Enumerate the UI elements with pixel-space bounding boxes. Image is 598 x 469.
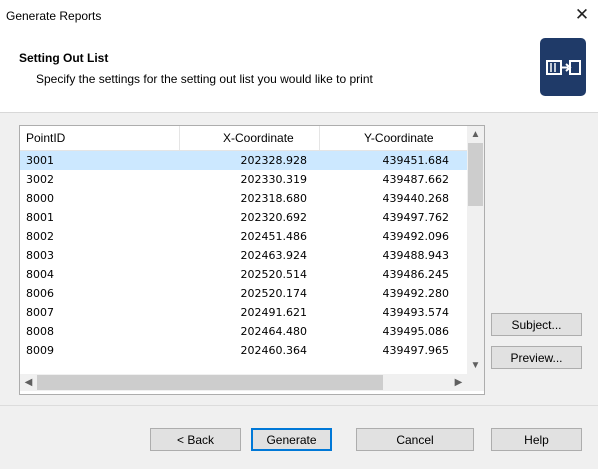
column-header-y[interactable]: Y-Coordinate <box>364 126 434 150</box>
scroll-down-icon[interactable]: ▼ <box>467 357 484 374</box>
subject-button[interactable]: Subject... <box>491 313 582 336</box>
horizontal-scrollbar[interactable]: ◀ ▶ <box>20 374 467 391</box>
cell-pointid: 8009 <box>26 344 54 357</box>
cell-pointid: 8003 <box>26 249 54 262</box>
cell-pointid: 3001 <box>26 154 54 167</box>
cell-pointid: 3002 <box>26 173 54 186</box>
scroll-left-icon[interactable]: ◀ <box>20 374 37 391</box>
back-button[interactable]: < Back <box>150 428 241 451</box>
cell-y-coordinate: 439497.762 <box>382 211 449 224</box>
table-row[interactable]: 8008 202464.480 439495.086 <box>20 322 467 341</box>
scroll-corner <box>467 374 484 391</box>
page-title: Setting Out List <box>19 51 109 65</box>
cell-pointid: 8001 <box>26 211 54 224</box>
table-row[interactable]: 8009 202460.364 439497.965 <box>20 341 467 360</box>
column-header-pointid[interactable]: PointID <box>26 126 65 150</box>
cell-x-coordinate: 202464.480 <box>240 325 307 338</box>
window-title: Generate Reports <box>6 9 102 23</box>
scroll-right-icon[interactable]: ▶ <box>450 374 467 391</box>
table-row[interactable]: 3001 202328.928 439451.684 <box>20 151 467 170</box>
title-bar: Generate Reports ✕ <box>0 0 598 32</box>
cell-x-coordinate: 202318.680 <box>240 192 307 205</box>
cell-pointid: 8004 <box>26 268 54 281</box>
cell-y-coordinate: 439497.965 <box>382 344 449 357</box>
cell-x-coordinate: 202328.928 <box>240 154 307 167</box>
table-row[interactable]: 8007 202491.621 439493.574 <box>20 303 467 322</box>
column-divider[interactable] <box>179 126 180 150</box>
cell-pointid: 8000 <box>26 192 54 205</box>
table-row[interactable]: 8004 202520.514 439486.245 <box>20 265 467 284</box>
cell-x-coordinate: 202520.174 <box>240 287 307 300</box>
cell-x-coordinate: 202491.621 <box>240 306 307 319</box>
cell-x-coordinate: 202460.364 <box>240 344 307 357</box>
table-row[interactable]: 3002 202330.319 439487.662 <box>20 170 467 189</box>
cell-y-coordinate: 439488.943 <box>382 249 449 262</box>
cell-y-coordinate: 439451.684 <box>382 154 449 167</box>
cell-y-coordinate: 439487.662 <box>382 173 449 186</box>
cell-y-coordinate: 439486.245 <box>382 268 449 281</box>
column-header-x[interactable]: X-Coordinate <box>223 126 294 150</box>
cell-x-coordinate: 202463.924 <box>240 249 307 262</box>
table-row[interactable]: 8003 202463.924 439488.943 <box>20 246 467 265</box>
cancel-button[interactable]: Cancel <box>356 428 474 451</box>
vertical-scrollbar[interactable]: ▲ ▼ <box>467 126 484 374</box>
wizard-report-icon <box>540 38 586 96</box>
cell-pointid: 8006 <box>26 287 54 300</box>
list-header: PointID X-Coordinate Y-Coordinate <box>20 126 467 151</box>
table-row[interactable]: 8002 202451.486 439492.096 <box>20 227 467 246</box>
cell-x-coordinate: 202520.514 <box>240 268 307 281</box>
table-row[interactable]: 8001 202320.692 439497.762 <box>20 208 467 227</box>
cell-x-coordinate: 202320.692 <box>240 211 307 224</box>
page-subtitle: Specify the settings for the setting out… <box>36 72 373 86</box>
preview-button[interactable]: Preview... <box>491 346 582 369</box>
wizard-header: Setting Out List Specify the settings fo… <box>0 32 598 112</box>
column-divider[interactable] <box>319 126 320 150</box>
cell-y-coordinate: 439440.268 <box>382 192 449 205</box>
cell-y-coordinate: 439493.574 <box>382 306 449 319</box>
point-list[interactable]: PointID X-Coordinate Y-Coordinate 3001 20… <box>19 125 485 395</box>
list-rows: 3001 202328.928 439451.684 3002 202330.319 43… <box>20 151 467 375</box>
cell-pointid: 8002 <box>26 230 54 243</box>
cell-x-coordinate: 202451.486 <box>240 230 307 243</box>
help-button[interactable]: Help <box>491 428 582 451</box>
close-icon[interactable]: ✕ <box>566 0 598 32</box>
cell-x-coordinate: 202330.319 <box>240 173 307 186</box>
vertical-scroll-thumb[interactable] <box>468 143 483 206</box>
generate-button[interactable]: Generate <box>251 428 332 451</box>
cell-y-coordinate: 439492.280 <box>382 287 449 300</box>
cell-y-coordinate: 439492.096 <box>382 230 449 243</box>
scroll-up-icon[interactable]: ▲ <box>467 126 484 143</box>
cell-pointid: 8007 <box>26 306 54 319</box>
cell-pointid: 8008 <box>26 325 54 338</box>
cell-y-coordinate: 439495.086 <box>382 325 449 338</box>
horizontal-scroll-thumb[interactable] <box>37 375 383 390</box>
table-row[interactable]: 8006 202520.174 439492.280 <box>20 284 467 303</box>
table-row[interactable]: 8000 202318.680 439440.268 <box>20 189 467 208</box>
